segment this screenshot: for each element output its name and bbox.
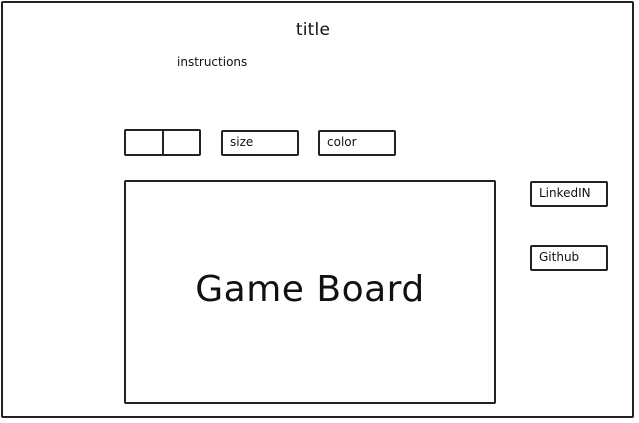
stepper-right-button[interactable]	[164, 131, 200, 154]
stepper-left-button[interactable]	[126, 131, 164, 154]
linkedin-link-button[interactable]: LinkedIN	[530, 181, 608, 207]
color-button[interactable]: color	[318, 130, 396, 156]
game-board[interactable]: Game Board	[124, 180, 496, 404]
instructions-text: instructions	[177, 55, 248, 69]
size-button[interactable]: size	[221, 130, 299, 156]
page-title: title	[295, 20, 331, 40]
github-link-button[interactable]: Github	[530, 245, 608, 271]
wireframe-frame: title instructions size color Game Board…	[1, 1, 634, 418]
game-board-label: Game Board	[195, 269, 425, 310]
value-stepper[interactable]	[124, 129, 201, 156]
